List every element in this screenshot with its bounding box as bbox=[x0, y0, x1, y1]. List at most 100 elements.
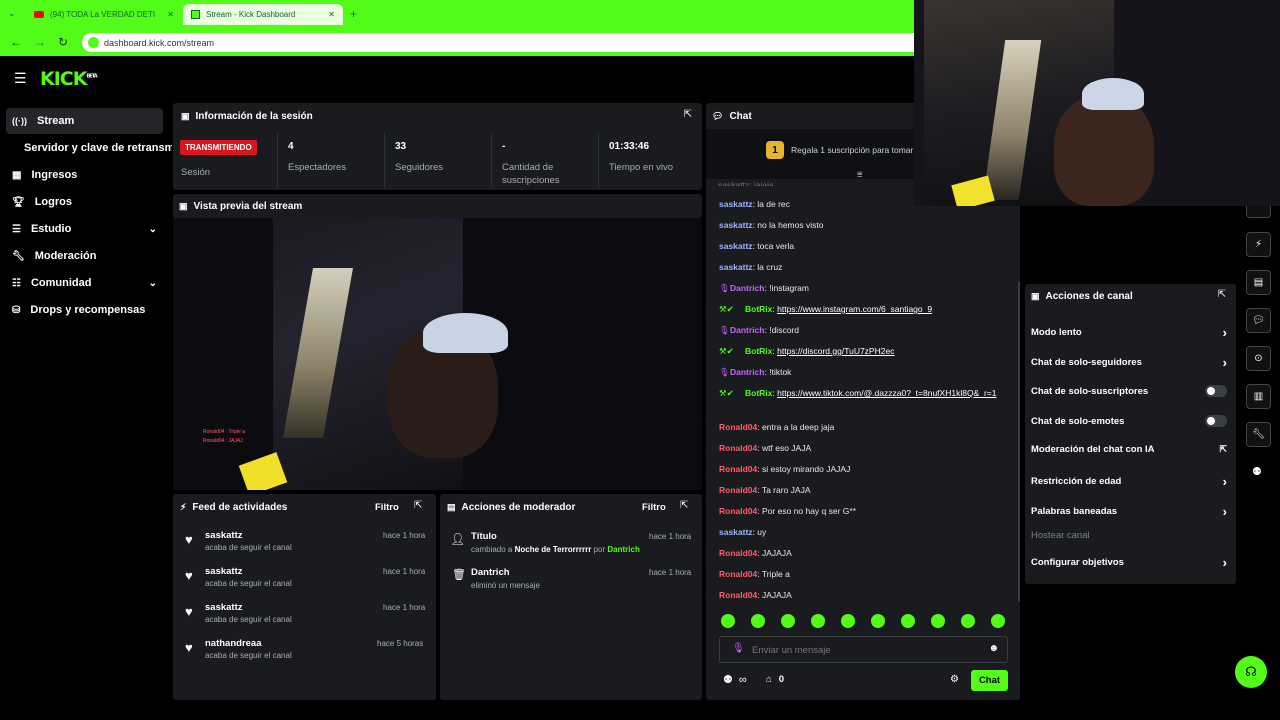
emote-icon[interactable] bbox=[991, 614, 1005, 628]
chat-username[interactable]: BotRix bbox=[745, 388, 772, 398]
stat-subscriptions: - Cantidad de suscripciones bbox=[502, 141, 597, 187]
sidebar-item-ingresos[interactable]: ▦ Ingresos bbox=[6, 162, 163, 188]
chat-users-button[interactable]: ⚉ ∞ bbox=[723, 673, 747, 687]
emote-icon[interactable] bbox=[841, 614, 855, 628]
channel-action-item[interactable]: Chat de solo-emotes bbox=[1031, 415, 1227, 427]
sidebar-item-stream[interactable]: ((·)) Stream bbox=[6, 108, 163, 134]
channel-action-item[interactable]: Restricción de edad › bbox=[1031, 474, 1227, 489]
new-tab-icon[interactable]: + bbox=[350, 7, 357, 21]
chat-input-wrapper[interactable]: 🎙︎ ☻ bbox=[719, 636, 1008, 663]
emote-icon[interactable] bbox=[781, 614, 795, 628]
chat-send-button[interactable]: Chat bbox=[971, 670, 1008, 691]
menu-icon[interactable]: ☰ bbox=[14, 70, 27, 87]
chat-text: JAJAJA bbox=[762, 548, 792, 558]
promo-text: Regala 1 suscripción para tomar bbox=[791, 145, 914, 155]
chat-username[interactable]: Ronald04 bbox=[719, 548, 757, 558]
bolt-icon[interactable]: ⚡︎ bbox=[1246, 232, 1271, 257]
chat-username[interactable]: Ronald04 bbox=[719, 422, 757, 432]
chat-link[interactable]: https://www.instagram.com/6_santiago_9 bbox=[777, 304, 932, 314]
sidebar-item-label: Comunidad bbox=[30, 277, 92, 289]
chat-scrollbar[interactable] bbox=[1018, 281, 1020, 601]
popout-icon[interactable]: ⇱ bbox=[684, 109, 692, 120]
emote-icon[interactable] bbox=[961, 614, 975, 628]
chat-username[interactable]: Ronald04 bbox=[719, 590, 757, 600]
channel-action-item[interactable]: Moderación del chat con IA ⇱ bbox=[1031, 444, 1227, 455]
feed-time: hace 5 horas bbox=[377, 639, 424, 648]
chat-username[interactable]: saskattz bbox=[719, 527, 753, 537]
mod-filter-button[interactable]: Filtro bbox=[642, 502, 666, 513]
chat-username[interactable]: Dantrich bbox=[730, 325, 764, 335]
broadcast-icon[interactable]: ⊙ bbox=[1246, 346, 1271, 371]
kick-logo[interactable]: KICKBETA bbox=[40, 68, 98, 90]
channel-action-item[interactable]: Chat de solo-suscriptores bbox=[1031, 385, 1227, 397]
channel-action-item[interactable]: Palabras baneadas › bbox=[1031, 504, 1227, 519]
chat-username[interactable]: BotRix bbox=[745, 346, 772, 356]
chat-bubble-icon[interactable]: 💬︎ bbox=[1246, 308, 1271, 333]
mod-action-title: Dantrich bbox=[471, 567, 510, 578]
reload-icon[interactable]: ↻ bbox=[58, 35, 68, 49]
channel-action-item[interactable]: Configurar objetivos › bbox=[1031, 555, 1227, 570]
sidebar-item-logros[interactable]: 🏆︎ Logros bbox=[6, 189, 163, 215]
chat-username[interactable]: Ronald04 bbox=[719, 485, 757, 495]
chat-username[interactable]: Dantrich bbox=[730, 367, 764, 377]
close-icon[interactable]: ✕ bbox=[167, 10, 174, 19]
chat-username[interactable]: saskattz bbox=[719, 241, 753, 251]
channel-action-item[interactable]: Chat de solo-seguidores › bbox=[1031, 355, 1227, 370]
channel-action-item[interactable]: Modo lento › bbox=[1031, 325, 1227, 340]
support-headset-icon[interactable]: ☊ bbox=[1235, 656, 1267, 688]
users-icon[interactable]: ⚉ bbox=[1252, 465, 1262, 478]
feed-time: hace 1 hora bbox=[383, 567, 426, 576]
sidebar-item-server-key[interactable]: Servidor y clave de retransm bbox=[18, 135, 172, 161]
emote-icon[interactable] bbox=[901, 614, 915, 628]
chat-username[interactable]: Ronald04 bbox=[719, 464, 757, 474]
chat-username[interactable]: Ronald04 bbox=[719, 443, 757, 453]
toggle-switch[interactable] bbox=[1205, 385, 1227, 397]
chat-username[interactable]: saskattz bbox=[719, 199, 753, 209]
chevron-down-icon[interactable]: ⌄ bbox=[149, 224, 157, 235]
wrench-icon[interactable]: 🔧︎ bbox=[1246, 422, 1271, 447]
site-info-icon[interactable] bbox=[88, 37, 99, 48]
tab-list-icon[interactable]: ⌄ bbox=[8, 8, 16, 19]
sidebar-item-drops[interactable]: ⛁ Drops y recompensas bbox=[6, 297, 163, 323]
sidebar-item-comunidad[interactable]: ☷ Comunidad ⌄ bbox=[6, 270, 163, 296]
back-icon[interactable]: ← bbox=[10, 35, 22, 49]
clipboard-icon[interactable]: ▤ bbox=[1246, 270, 1271, 295]
emote-icon[interactable] bbox=[721, 614, 735, 628]
chat-username[interactable]: Ronald04 bbox=[719, 506, 757, 516]
chat-username[interactable]: Ronald04 bbox=[719, 569, 757, 579]
emoji-icon[interactable]: ☻ bbox=[988, 643, 999, 654]
emote-icon[interactable] bbox=[811, 614, 825, 628]
toolbar-top-button[interactable] bbox=[1246, 206, 1271, 218]
pin-icon[interactable]: ⩸ bbox=[857, 169, 862, 180]
chat-input[interactable] bbox=[752, 642, 982, 658]
chat-link[interactable]: https://www.tiktok.com/@.dazzza0?_t=8nuf… bbox=[777, 388, 996, 398]
popout-icon[interactable]: ⇱ bbox=[680, 500, 688, 511]
sidebar-item-moderacion[interactable]: 🔧︎ Moderación bbox=[6, 243, 163, 269]
stream-preview-video[interactable]: Ronald04 : Triple a Ronald04 : JAJAJ bbox=[173, 218, 702, 490]
chat-username[interactable]: saskattz bbox=[719, 262, 753, 272]
divider bbox=[598, 133, 599, 188]
close-icon[interactable]: ✕ bbox=[328, 10, 335, 19]
browser-tab-youtube[interactable]: (94) TODA La VERDAD DETI ✕ bbox=[26, 4, 182, 25]
stat-value: 01:33:46 bbox=[609, 141, 650, 152]
sidebar-item-estudio[interactable]: ☰ Estudio ⌄ bbox=[6, 216, 163, 242]
settings-gear-icon[interactable]: ⚙︎ bbox=[950, 674, 959, 685]
layout-icon[interactable]: ▥ bbox=[1246, 384, 1271, 409]
url-field[interactable]: dashboard.kick.com/stream bbox=[82, 33, 914, 52]
browser-tab-kick[interactable]: Stream - Kick Dashboard ✕ bbox=[183, 4, 343, 25]
emote-icon[interactable] bbox=[931, 614, 945, 628]
chat-username[interactable]: Dantrich bbox=[730, 283, 764, 293]
chat-store-button[interactable]: ⌂ 0 bbox=[766, 674, 784, 685]
feed-filter-button[interactable]: Filtro bbox=[375, 502, 399, 513]
chat-link[interactable]: https://discord.gg/TuU7zPH2ec bbox=[777, 346, 894, 356]
chat-username[interactable]: saskattz bbox=[719, 220, 753, 230]
popout-icon[interactable]: ⇱ bbox=[1218, 289, 1226, 300]
forward-icon[interactable]: → bbox=[34, 35, 46, 49]
popout-icon[interactable]: ⇱ bbox=[414, 500, 422, 511]
channel-action-item[interactable]: Hostear canal bbox=[1031, 530, 1227, 541]
emote-icon[interactable] bbox=[871, 614, 885, 628]
emote-icon[interactable] bbox=[751, 614, 765, 628]
chevron-down-icon[interactable]: ⌄ bbox=[149, 278, 157, 289]
toggle-switch[interactable] bbox=[1205, 415, 1227, 427]
chat-username[interactable]: BotRix bbox=[745, 304, 772, 314]
